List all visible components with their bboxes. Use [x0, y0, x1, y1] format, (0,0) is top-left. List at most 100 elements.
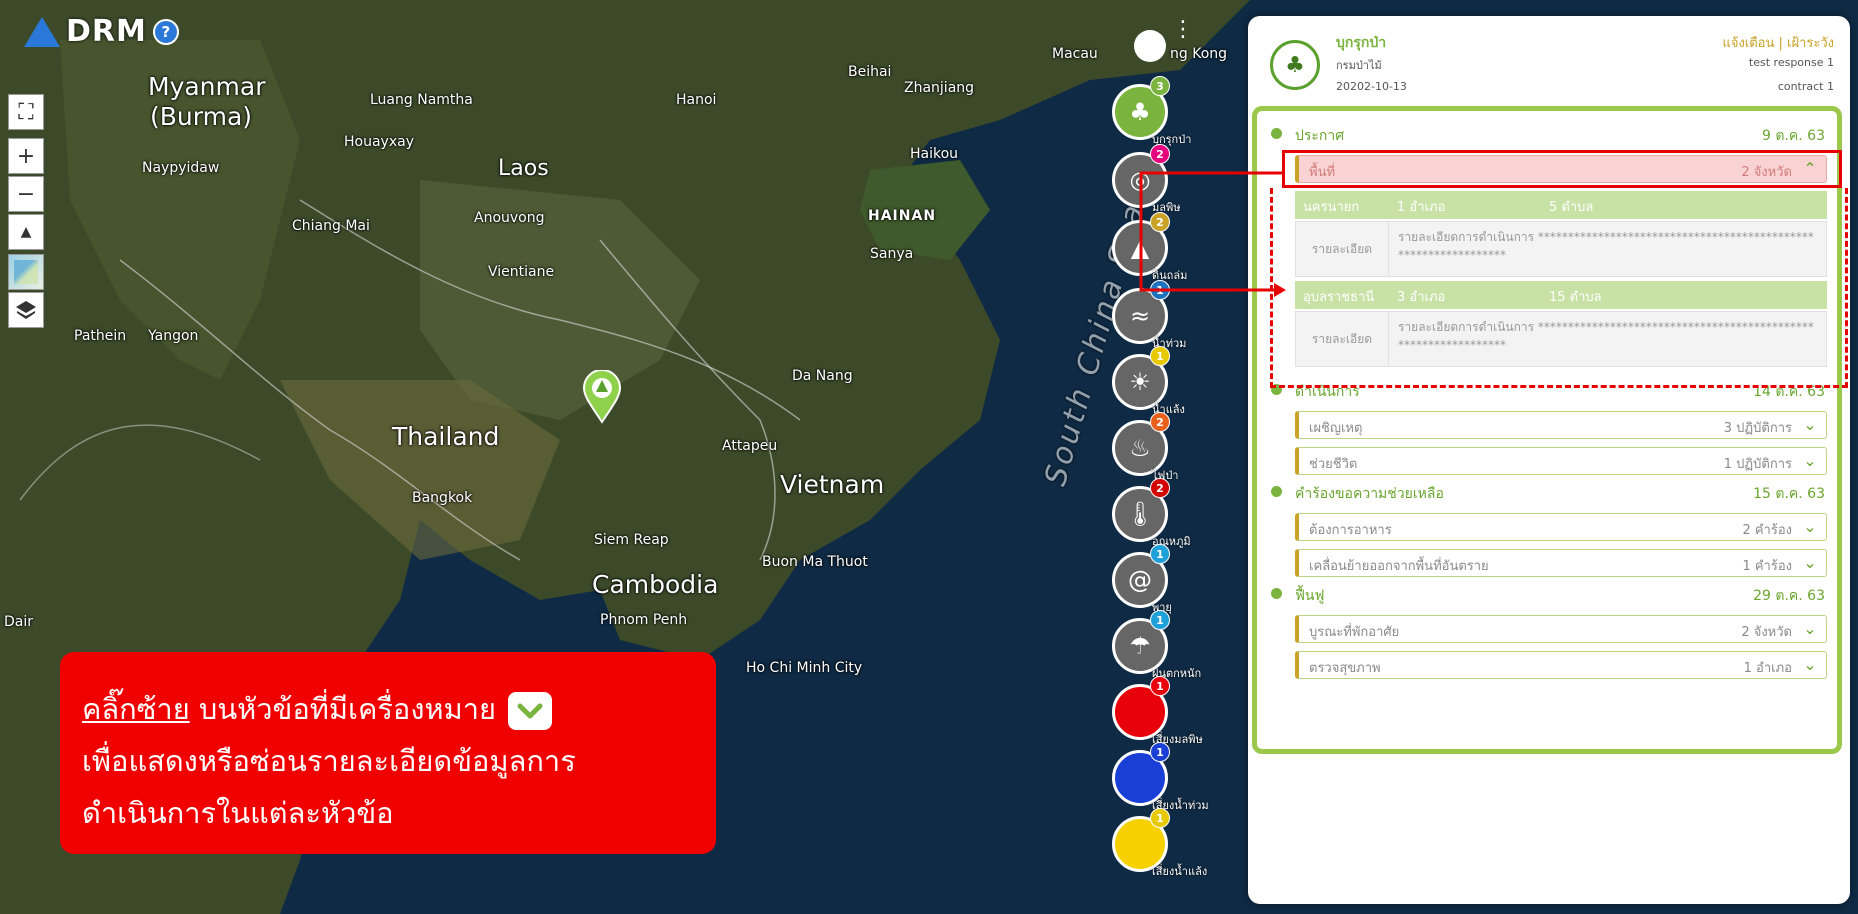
subitem-value: 2 จังหวัด	[1741, 625, 1792, 640]
map-label-attapeu: Attapeu	[722, 438, 778, 454]
fullscreen-button[interactable]: ⛶	[8, 94, 44, 130]
annotation-arrow	[1139, 171, 1286, 297]
callout-text-1: บนหัวข้อที่มีเครื่องหมาย	[189, 692, 497, 726]
map-label-bangkok: Bangkok	[412, 490, 473, 506]
chevron-down-icon[interactable]: ⌄	[1800, 450, 1820, 470]
subitem-toggle[interactable]: เผชิญเหตุ 3 ปฏิบัติการ ⌄	[1295, 411, 1827, 439]
section-recovery[interactable]: ฟื้นฟู 29 ต.ค. 63	[1271, 583, 1825, 607]
section-dot	[1271, 588, 1282, 599]
forest-department-icon: ♣	[1270, 40, 1320, 90]
map-label-hong-kong: ng Kong	[1170, 46, 1228, 62]
help-icon[interactable]: ?	[152, 18, 179, 45]
section-name: ฟื้นฟู	[1295, 588, 1325, 604]
subitem-value: 3 ปฏิบัติการ	[1723, 421, 1792, 436]
subitem-name: เผชิญเหตุ	[1309, 421, 1363, 436]
map-label-burma: (Burma)	[150, 102, 253, 131]
section-request[interactable]: คำร้องขอความช่วยเหลือ 15 ต.ค. 63	[1271, 481, 1825, 505]
instruction-callout: คลิ๊กซ้าย บนหัวข้อที่มีเครื่องหมาย เพื่อ…	[60, 652, 716, 854]
subitem-toggle[interactable]: ต้องการอาหาร 2 คำร้อง ⌄	[1295, 513, 1827, 541]
map-label-chiang-mai: Chiang Mai	[292, 218, 370, 234]
callout-line-3: ดำเนินการในแต่ละหัวข้อ	[82, 796, 394, 830]
map-label-vietnam: Vietnam	[780, 470, 885, 499]
section-dot	[1271, 128, 1282, 139]
subitem-value: 2 คำร้อง	[1742, 523, 1792, 538]
highlight-box	[1282, 150, 1842, 188]
chevron-down-icon[interactable]: ⌄	[1800, 552, 1820, 572]
chevron-down-icon	[508, 692, 553, 730]
layer-count-badge: 3	[1150, 76, 1170, 96]
app-logo[interactable]: DRM ?	[24, 14, 179, 49]
map-label-dair: Dair	[4, 614, 34, 630]
map-label-beihai: Beihai	[848, 64, 892, 80]
section-name: คำร้องขอความช่วยเหลือ	[1295, 486, 1444, 502]
section-date: 29 ต.ค. 63	[1753, 588, 1825, 604]
subitem-name: ช่วยชีวิต	[1309, 457, 1358, 472]
layer-count-badge: 1	[1150, 808, 1170, 828]
drm-triangle-icon	[24, 16, 60, 47]
chevron-down-icon[interactable]: ⌄	[1800, 618, 1820, 638]
subitem-toggle[interactable]: ช่วยชีวิต 1 ปฏิบัติการ ⌄	[1295, 447, 1827, 475]
subitem-name: ต้องการอาหาร	[1309, 523, 1392, 538]
subitem-name: บูรณะที่พักอาศัย	[1309, 625, 1400, 640]
compass-button[interactable]: ▲	[8, 214, 44, 250]
layer-count-badge: 1	[1150, 610, 1170, 630]
callout-left-click: คลิ๊กซ้าย	[82, 692, 190, 726]
incident-status: แจ้งเตือน | เฝ้าระวัง	[1722, 36, 1834, 51]
chevron-down-icon[interactable]: ⌄	[1800, 414, 1820, 434]
map-label-yangon: Yangon	[148, 328, 199, 344]
app-brand: DRM	[66, 14, 147, 49]
chevron-down-icon[interactable]: ⌄	[1800, 654, 1820, 674]
map-label-cambodia: Cambodia	[592, 570, 719, 599]
map-label-thailand: Thailand	[392, 422, 500, 451]
expanded-area-highlight	[1270, 188, 1848, 388]
subitem-toggle[interactable]: ตรวจสุขภาพ 1 อำเภอ ⌄	[1295, 651, 1827, 679]
section-date: 15 ต.ค. 63	[1753, 486, 1825, 502]
incident-response: test response 1	[1748, 56, 1834, 69]
map-label-luang-namtha: Luang Namtha	[370, 92, 473, 108]
layer-label: เสี่ยงน้ำแล้ง	[1152, 865, 1208, 878]
map-label-laos: Laos	[498, 156, 549, 181]
layer-count-badge: 2	[1150, 144, 1170, 164]
map-label-vientiane: Vientiane	[488, 264, 555, 280]
incident-contract: contract 1	[1777, 80, 1834, 93]
map-label-hanoi: Hanoi	[676, 92, 717, 108]
location-marker-icon[interactable]	[582, 370, 622, 424]
map-label-houayxay: Houayxay	[344, 134, 414, 150]
incident-date: 20202-10-13	[1336, 80, 1407, 93]
panel-header: ♣ บุกรุกป่า กรมป่าไม้ 20202-10-13 แจ้งเต…	[1258, 22, 1840, 104]
map-label-myanmar: Myanmar	[148, 72, 266, 101]
layer-count-badge: 1	[1150, 676, 1170, 696]
map-label-sanya: Sanya	[870, 246, 914, 262]
more-menu-icon[interactable]: ⋮	[1172, 19, 1194, 41]
map-label-pathein: Pathein	[74, 328, 127, 344]
subitem-value: 1 คำร้อง	[1742, 559, 1792, 574]
chevron-down-icon[interactable]: ⌄	[1800, 516, 1820, 536]
subitem-toggle[interactable]: บูรณะที่พักอาศัย 2 จังหวัด ⌄	[1295, 615, 1827, 643]
subitem-name: เคลื่อนย้ายออกจากพื้นที่อันตราย	[1309, 559, 1489, 574]
incident-title: บุกรุกป่า	[1336, 35, 1387, 51]
layer-toggle[interactable]: 1 เสี่ยงน้ำแล้ง	[1112, 808, 1222, 892]
map-label-zhanjiang: Zhanjiang	[904, 80, 975, 96]
map-label-siem-reap: Siem Reap	[594, 532, 669, 548]
section-date: 9 ต.ค. 63	[1762, 128, 1825, 144]
callout-line-2: เพื่อแสดงหรือซ่อนรายละเอียดข้อมูลการ	[82, 744, 576, 778]
layer-count-badge: 2	[1150, 412, 1170, 432]
map-label-haikou: Haikou	[910, 146, 959, 162]
user-avatar[interactable]	[1134, 30, 1166, 62]
subitem-toggle[interactable]: เคลื่อนย้ายออกจากพื้นที่อันตราย 1 คำร้อง…	[1295, 549, 1827, 577]
zoom-out-button[interactable]: −	[8, 176, 44, 212]
layer-count-badge: 1	[1150, 346, 1170, 366]
layers-button[interactable]	[8, 292, 44, 328]
layer-count-badge: 2	[1150, 478, 1170, 498]
callout-line-1: คลิ๊กซ้าย บนหัวข้อที่มีเครื่องหมาย	[82, 686, 553, 732]
subitem-value: 1 ปฏิบัติการ	[1723, 457, 1792, 472]
incident-org: กรมป่าไม้	[1336, 59, 1382, 72]
basemap-button[interactable]	[8, 254, 44, 290]
zoom-in-button[interactable]: +	[8, 138, 44, 174]
map-label-da-nang: Da Nang	[792, 368, 853, 384]
subitem-name: ตรวจสุขภาพ	[1309, 661, 1381, 676]
map-label-hainan: HAINAN	[868, 208, 937, 224]
section-announce[interactable]: ประกาศ 9 ต.ค. 63	[1271, 123, 1825, 147]
layers-icon	[16, 301, 36, 319]
map-label-naypyidaw: Naypyidaw	[142, 160, 220, 176]
